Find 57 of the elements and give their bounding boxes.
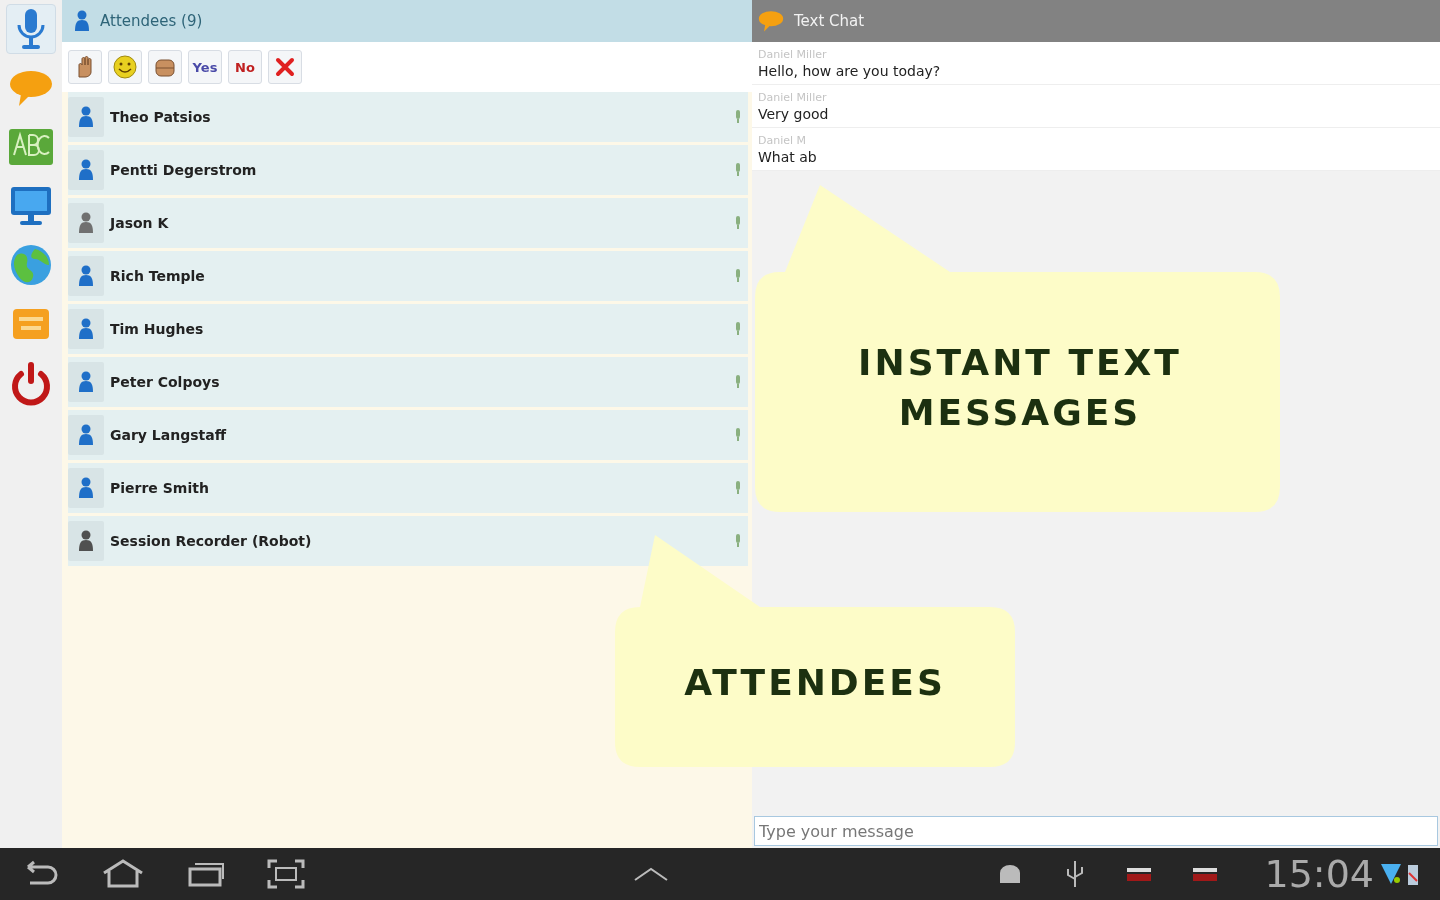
monitor-icon	[9, 185, 53, 227]
microphone-icon	[734, 534, 742, 548]
panel-title: Attendees (9)	[100, 12, 203, 30]
message-text: Very good	[758, 106, 830, 122]
attendee-name: Peter Colpoys	[110, 374, 221, 390]
attendee-row[interactable]: Pentti Degerstrom	[68, 145, 748, 195]
microphone-icon	[734, 428, 742, 442]
message-author: Daniel M	[758, 134, 808, 147]
attendee-name: Theo Patsios	[110, 109, 212, 125]
abc-icon	[9, 129, 53, 165]
attendee-name: Rich Temple	[110, 268, 206, 284]
vote-button[interactable]: No	[228, 50, 262, 84]
attendee-row[interactable]: Gary Langstaff	[68, 410, 748, 460]
screenshot-icon	[266, 858, 306, 890]
attendee-name: Tim Hughes	[110, 321, 205, 337]
attendee-row[interactable]: Tim Hughes	[68, 304, 748, 354]
panel-title: Text Chat	[794, 12, 865, 30]
callout-text: ATTENDEES	[683, 662, 947, 703]
emote-button[interactable]	[108, 50, 142, 84]
emote-button[interactable]	[268, 50, 302, 84]
person-icon	[74, 10, 90, 32]
power-icon	[10, 360, 52, 406]
message-author: Daniel Miller	[758, 48, 828, 61]
sidebar-item[interactable]	[6, 4, 56, 54]
speech-bubble-icon	[758, 10, 784, 32]
message-text: What ab	[758, 149, 818, 165]
microphone-icon	[734, 375, 742, 389]
attendee-row[interactable]: Rich Temple	[68, 251, 748, 301]
vote-button[interactable]: Yes	[188, 50, 222, 84]
attendee-name: Session Recorder (Robot)	[110, 533, 313, 549]
message-text: Hello, how are you today?	[758, 63, 942, 79]
attendee-row[interactable]: Peter Colpoys	[68, 357, 748, 407]
attendee-name: Gary Langstaff	[110, 427, 228, 443]
attendee-row[interactable]: Pierre Smith	[68, 463, 748, 513]
microphone-icon	[734, 322, 742, 336]
message-input[interactable]: Type your message	[754, 816, 1438, 846]
clock-time: 15:04	[1264, 852, 1374, 896]
globe-icon	[9, 243, 53, 287]
microphone-icon	[734, 163, 742, 177]
smiley-icon	[113, 55, 137, 79]
microphone-icon	[734, 216, 742, 230]
attendee-name: Jason K	[110, 215, 170, 231]
attendee-name: Pierre Smith	[110, 480, 210, 496]
attendee-row[interactable]: Theo Patsios	[68, 92, 748, 142]
emote-button[interactable]	[148, 50, 182, 84]
microphone-icon	[734, 481, 742, 495]
close-icon	[273, 55, 297, 79]
message-author: Daniel Miller	[758, 91, 828, 104]
whiteboard-icon	[11, 307, 51, 341]
microphone-icon	[734, 110, 742, 124]
attendee-row[interactable]: Session Recorder (Robot)	[68, 516, 748, 566]
callout-text: INSTANT TEXT MESSAGES	[857, 341, 1183, 435]
speech-bubble-icon	[9, 69, 53, 107]
emote-button[interactable]	[68, 50, 102, 84]
microphone-icon	[734, 269, 742, 283]
attendee-name: Pentti Degerstrom	[110, 162, 258, 178]
attendee-row[interactable]: Jason K	[68, 198, 748, 248]
